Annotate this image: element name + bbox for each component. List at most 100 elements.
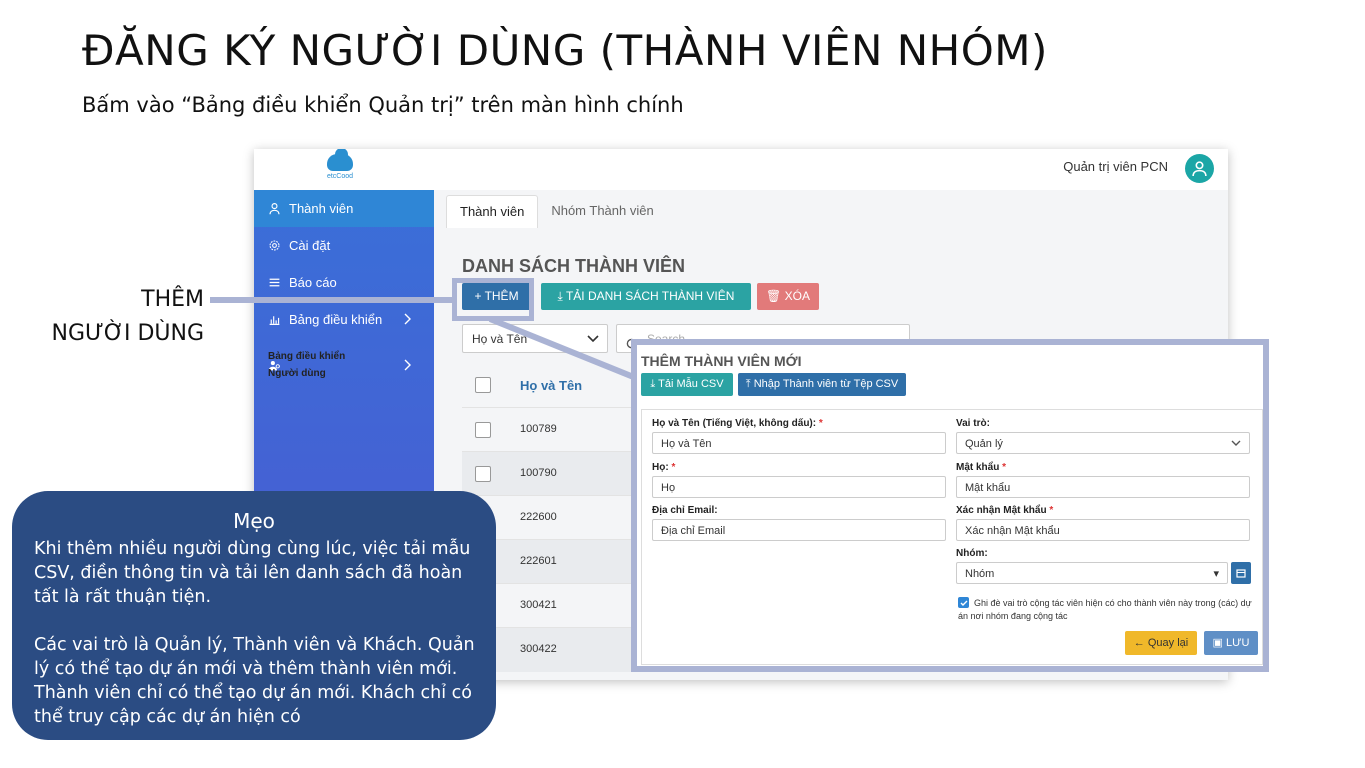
chevron-right-icon (404, 313, 412, 328)
slide-title: ĐĂNG KÝ NGƯỜI DÙNG (THÀNH VIÊN NHÓM) (82, 26, 1048, 75)
download-members-label: TẢI DANH SÁCH THÀNH VIÊN (565, 289, 735, 303)
callout-line2: NGƯỜI DÙNG (51, 321, 205, 346)
back-label: Quay lại (1147, 637, 1189, 649)
sidebar-item-reports[interactable]: Báo cáo (254, 264, 434, 301)
role-select[interactable]: Quản lý (956, 432, 1250, 454)
column-header-name[interactable]: Họ và Tên (520, 378, 582, 393)
tip-title: Mẹo (233, 509, 275, 533)
download-template-label: Tải Mẫu CSV (658, 378, 724, 390)
import-csv-button[interactable]: ⤒ Nhập Thành viên từ Tệp CSV (738, 373, 906, 396)
override-role-text: Ghi đè vai trò cộng tác viên hiện có cho… (958, 598, 1252, 621)
required-mark: * (1002, 462, 1007, 473)
group-label: Nhóm: (956, 548, 988, 559)
dropdown-caret-icon: ▾ (1213, 568, 1219, 580)
group-select[interactable]: Nhóm ▾ (956, 562, 1228, 584)
add-user-callout: THÊM NGƯỜI DÙNG (40, 283, 205, 351)
sidebar-item-dashboard[interactable]: Bảng điều khiển (254, 301, 434, 338)
download-members-button[interactable]: ⤓ TẢI DANH SÁCH THÀNH VIÊN (541, 283, 751, 310)
sidebar-item-label: Bảng điều khiển (289, 312, 383, 327)
fullname-label-text: Họ và Tên (Tiếng Việt, không dấu): (652, 418, 817, 429)
member-form: Họ và Tên (Tiếng Việt, không dấu): * Họ … (641, 409, 1263, 665)
add-member-modal: THÊM THÀNH VIÊN MỚI ⤓ Tải Mẫu CSV ⤒ Nhập… (631, 339, 1269, 672)
group-picker-button[interactable] (1231, 562, 1251, 584)
confirm-password-label-text: Xác nhận Mật khẩu (956, 505, 1047, 516)
tab-bar: Thành viên Nhóm Thành viên (446, 195, 667, 228)
save-button[interactable]: ▣ LƯU (1204, 631, 1258, 655)
logo-text: etcCood (326, 173, 354, 180)
confirm-password-input[interactable]: Xác nhận Mật khẩu (956, 519, 1250, 541)
sidebar-item-settings[interactable]: Cài đặt (254, 227, 434, 264)
callout-line1: THÊM (141, 287, 204, 312)
callout-arrow-line (210, 297, 452, 303)
admin-name[interactable]: Quản trị viên PCN (1063, 159, 1168, 174)
member-id: 100789 (520, 423, 557, 435)
user-icon (268, 202, 281, 215)
lastname-label-text: Họ: (652, 462, 669, 473)
back-button[interactable]: ← Quay lại (1125, 631, 1197, 655)
bar-chart-icon (268, 313, 281, 326)
password-label-text: Mật khẩu (956, 462, 1000, 473)
import-csv-label: Nhập Thành viên từ Tệp CSV (753, 378, 899, 390)
tab-member-groups[interactable]: Nhóm Thành viên (538, 195, 666, 227)
required-mark: * (818, 418, 823, 429)
tab-members[interactable]: Thành viên (446, 195, 539, 228)
tip-box: Mẹo Khi thêm nhiều người dùng cùng lúc, … (12, 491, 496, 740)
sidebar-item-label: Báo cáo (289, 275, 337, 290)
list-icon (268, 276, 281, 289)
role-label: Vai trò: (956, 418, 990, 429)
sidebar-item-label-line1: Bảng điều khiển (268, 351, 346, 362)
row-checkbox[interactable] (475, 422, 491, 438)
email-field[interactable]: Địa chỉ Email (652, 519, 946, 541)
app-logo[interactable]: etcCood (324, 149, 356, 180)
trash-icon: 🗑 (766, 289, 785, 303)
download-icon: ⤓ (650, 378, 659, 390)
delete-label: XÓA (784, 289, 810, 303)
modal-title: THÊM THÀNH VIÊN MỚI (641, 353, 802, 369)
cloud-logo-icon (327, 149, 353, 171)
chevron-right-icon (404, 359, 412, 374)
gear-icon (268, 239, 281, 252)
avatar[interactable] (1185, 154, 1214, 183)
person-icon (1192, 161, 1207, 177)
fullname-input[interactable]: Họ và Tên (652, 432, 946, 454)
role-select-value: Quản lý (965, 438, 1003, 450)
slide-subtitle: Bấm vào “Bảng điều khiển Quản trị” trên … (82, 93, 684, 117)
upload-icon: ⤒ (745, 378, 754, 390)
email-label: Địa chỉ Email: (652, 505, 718, 516)
password-label: Mật khẩu * (956, 462, 1006, 473)
calendar-icon (1236, 569, 1246, 578)
member-id: 100790 (520, 467, 557, 479)
required-mark: * (1049, 505, 1054, 516)
delete-button[interactable]: 🗑 XÓA (757, 283, 819, 310)
save-label: LƯU (1225, 637, 1250, 649)
download-icon: ⤓ (557, 289, 566, 303)
arrow-left-icon: ← (1133, 637, 1148, 649)
group-select-value: Nhóm (965, 568, 995, 580)
tip-body: Khi thêm nhiều người dùng cùng lúc, việc… (34, 539, 475, 727)
chevron-down-icon (1231, 433, 1241, 455)
member-id: 300422 (520, 643, 557, 655)
member-id: 300421 (520, 599, 557, 611)
top-bar: etcCood Quản trị viên PCN (254, 149, 1228, 191)
confirm-password-label: Xác nhận Mật khẩu * (956, 505, 1053, 516)
save-icon: ▣ (1212, 637, 1226, 649)
download-template-button[interactable]: ⤓ Tải Mẫu CSV (641, 373, 733, 396)
lastname-label: Họ: * (652, 462, 675, 473)
sidebar-item-label: Bảng điều khiển Người dùng (268, 348, 345, 382)
member-id: 222601 (520, 555, 557, 567)
sidebar-item-user-dashboard[interactable]: Bảng điều khiển Người dùng (254, 338, 434, 392)
sidebar-item-label-line2: Người dùng (268, 368, 326, 379)
sidebar-item-label: Cài đặt (289, 238, 331, 253)
row-checkbox[interactable] (475, 466, 491, 482)
sidebar-item-label: Thành viên (289, 201, 354, 216)
required-mark: * (671, 462, 676, 473)
add-button-highlight (452, 278, 534, 321)
members-list-title: DANH SÁCH THÀNH VIÊN (462, 256, 686, 276)
member-id: 222600 (520, 511, 557, 523)
sidebar-item-members[interactable]: Thành viên (254, 190, 434, 227)
chevron-down-icon (587, 325, 599, 354)
password-input[interactable]: Mật khẩu (956, 476, 1250, 498)
select-all-checkbox[interactable] (475, 377, 491, 393)
lastname-input[interactable]: Họ (652, 476, 946, 498)
fullname-label: Họ và Tên (Tiếng Việt, không dấu): * (652, 418, 823, 429)
